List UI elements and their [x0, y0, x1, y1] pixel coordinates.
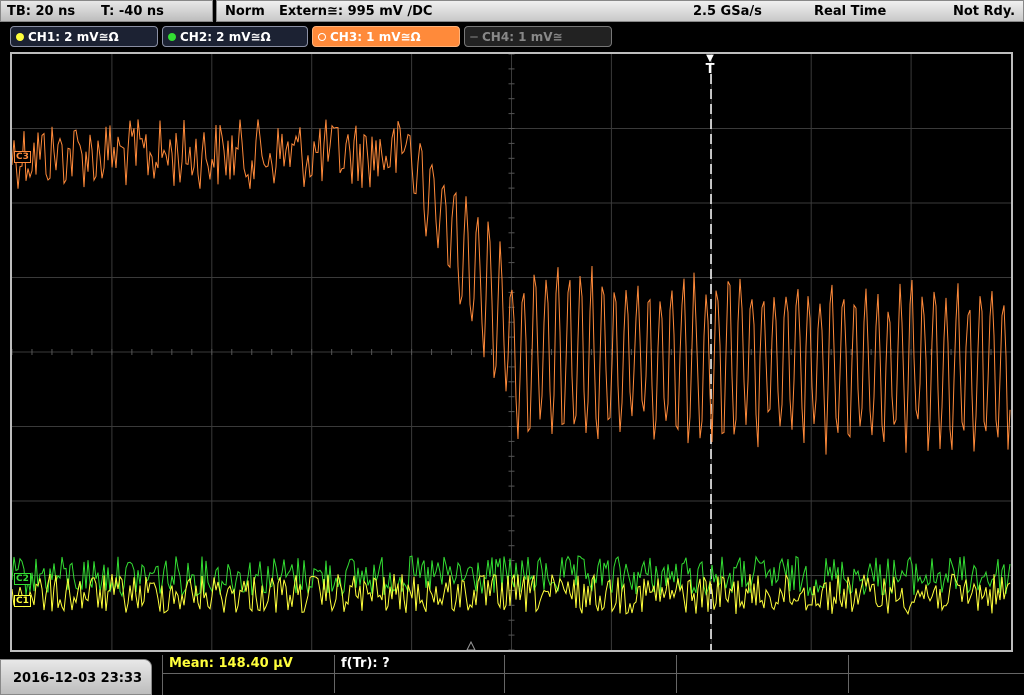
channel-3-offset-marker[interactable]: C3 [14, 151, 31, 163]
trigger-mode: Norm [225, 4, 265, 19]
timebase-box[interactable]: TB: 20 ns T: -40 ns [0, 0, 213, 22]
measurement-slot-8[interactable] [505, 674, 677, 693]
channel-1-indicator-icon [16, 33, 24, 41]
channel-3-label: CH3: 1 mV≅Ω [330, 30, 421, 44]
channel-4-button[interactable]: CH4: 1 mV≅ [464, 26, 612, 47]
measurement-slot-10[interactable] [849, 674, 1024, 693]
datetime-box: 2016-12-03 23:33 [0, 659, 152, 695]
channel-3-indicator-icon [318, 33, 326, 41]
measurement-mean-label: Mean: 148.40 μV [169, 656, 293, 671]
channel-1-offset-marker[interactable]: C1 [14, 595, 31, 607]
channel-1-button[interactable]: CH1: 2 mV≅Ω [10, 26, 158, 47]
timebase-label: TB: 20 ns [7, 4, 76, 19]
trigger-offset-label: T: -40 ns [101, 4, 164, 19]
horizontal-center-marker-icon [466, 640, 476, 650]
measurement-slot-3[interactable] [505, 655, 677, 674]
channel-2-offset-marker[interactable]: C2 [14, 573, 31, 585]
channel-4-label: CH4: 1 mV≅ [482, 30, 563, 44]
channel-2-label: CH2: 2 mV≅Ω [180, 30, 271, 44]
channel-bar: CH1: 2 mV≅Ω CH2: 2 mV≅Ω CH3: 1 mV≅Ω CH4:… [0, 26, 1024, 48]
channel-2-button[interactable]: CH2: 2 mV≅Ω [162, 26, 308, 47]
waveform-display[interactable]: C3 C2 C1 ▼ T [10, 52, 1013, 652]
channel-1-label: CH1: 2 mV≅Ω [28, 30, 119, 44]
measurement-f-tr[interactable]: f(Tr): ? [335, 655, 505, 674]
measurement-mean[interactable]: Mean: 148.40 μV [163, 655, 335, 674]
channel-4-indicator-icon [470, 36, 478, 38]
trigger-info-strip[interactable]: Norm Extern≅: 995 mV ∕DC 2.5 GSa/s Real … [216, 0, 1024, 22]
acquisition-mode: Real Time [814, 4, 887, 19]
trigger-position-marker[interactable]: ▼ T [702, 54, 718, 76]
measurement-slot-6[interactable] [163, 674, 335, 693]
sample-rate: 2.5 GSa/s [693, 4, 762, 19]
measurement-slot-9[interactable] [677, 674, 849, 693]
top-status-bar: TB: 20 ns T: -40 ns Norm Extern≅: 995 mV… [0, 0, 1024, 24]
measurement-slot-4[interactable] [677, 655, 849, 674]
waveform-canvas [12, 54, 1011, 650]
measurement-panel: Mean: 148.40 μV f(Tr): ? [162, 655, 1024, 695]
acquisition-status: Not Rdy. [953, 4, 1016, 19]
bottom-bar: 2016-12-03 23:33 Mean: 148.40 μV f(Tr): … [0, 655, 1024, 695]
trigger-source: Extern≅: 995 mV ∕DC [279, 4, 433, 19]
datetime-label: 2016-12-03 23:33 [13, 671, 143, 686]
measurement-f-tr-label: f(Tr): ? [341, 656, 390, 671]
trigger-label: T [705, 62, 715, 77]
channel-3-button[interactable]: CH3: 1 mV≅Ω [312, 26, 460, 47]
channel-2-indicator-icon [168, 33, 176, 41]
measurement-slot-7[interactable] [335, 674, 505, 693]
measurement-slot-5[interactable] [849, 655, 1024, 674]
